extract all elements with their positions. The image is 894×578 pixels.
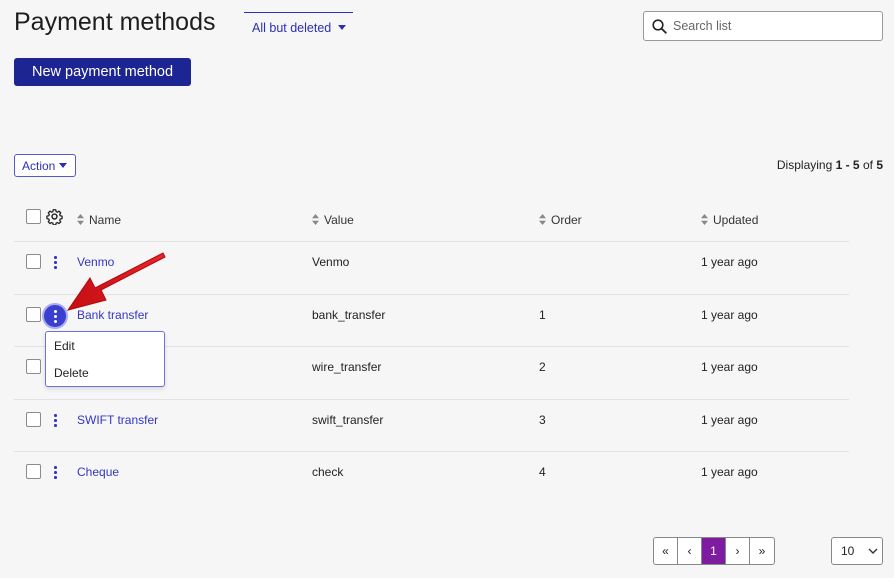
column-header-value[interactable]: Value [312,213,354,227]
search-box[interactable] [643,11,883,41]
first-page-button[interactable]: « [654,538,678,564]
row-divider [14,241,849,242]
row-checkbox[interactable] [26,412,41,427]
row-updated: 1 year ago [701,465,758,479]
menu-item-delete[interactable]: Delete [54,366,89,380]
row-checkbox[interactable] [26,359,41,374]
kebab-icon[interactable] [52,414,60,428]
chevron-down-icon [868,548,878,554]
page-1-button[interactable]: 1 [702,538,726,564]
row-value: wire_transfer [312,360,382,374]
red-arrow-icon [66,252,166,311]
next-page-button[interactable]: › [726,538,750,564]
sort-icon [312,214,319,225]
row-value: check [312,465,344,479]
row-value: swift_transfer [312,413,384,427]
row-order: 2 [539,360,546,374]
row-actions-menu: Edit Delete [45,331,165,387]
action-label: Action [22,158,56,173]
sort-icon [701,214,708,225]
row-name-link[interactable]: Bank transfer [77,308,148,322]
pagination: « ‹ 1 › » [653,537,775,565]
kebab-icon-active[interactable] [42,303,68,329]
search-input[interactable] [673,19,873,33]
gear-icon[interactable] [46,208,63,225]
kebab-icon[interactable] [52,466,60,480]
displaying-count: Displaying 1 - 5 of 5 [777,158,883,172]
column-header-label: Order [551,213,582,227]
last-page-button[interactable]: » [750,538,774,564]
displaying-total: 5 [876,158,883,172]
row-checkbox[interactable] [26,307,41,322]
column-header-label: Value [324,213,354,227]
column-header-updated[interactable]: Updated [701,213,758,227]
column-header-order[interactable]: Order [539,213,582,227]
new-payment-method-button[interactable]: New payment method [14,58,191,86]
row-name-link[interactable]: SWIFT transfer [77,413,158,427]
sort-icon [539,214,546,225]
select-all-checkbox[interactable] [26,209,41,224]
kebab-icon[interactable] [52,256,60,270]
row-divider [14,451,849,452]
row-divider [14,294,849,295]
row-name-link[interactable]: Cheque [77,465,119,479]
action-dropdown-button[interactable]: Action [14,154,76,177]
column-header-label: Name [89,213,122,227]
row-divider [14,399,849,400]
column-header-name[interactable]: Name [77,213,121,227]
row-order: 4 [539,465,546,479]
search-icon [652,18,667,34]
displaying-of: of [862,158,873,172]
filter-label: All but deleted [252,21,332,35]
per-page-select[interactable]: 10 [831,537,883,565]
sort-icon [77,214,84,225]
filter-dropdown[interactable]: All but deleted [244,12,353,38]
row-order: 1 [539,308,546,322]
row-updated: 1 year ago [701,360,758,374]
row-updated: 1 year ago [701,413,758,427]
row-updated: 1 year ago [701,255,758,269]
displaying-range: 1 - 5 [835,158,860,172]
menu-item-edit[interactable]: Edit [54,339,75,353]
column-header-label: Updated [713,213,759,227]
page-title: Payment methods [14,8,216,36]
displaying-prefix: Displaying [776,158,833,172]
prev-page-button[interactable]: ‹ [678,538,702,564]
caret-down-icon [59,162,68,168]
per-page-value: 10 [841,544,855,558]
row-checkbox[interactable] [26,254,41,269]
row-order: 3 [539,413,546,427]
row-checkbox[interactable] [26,464,41,479]
row-name-link[interactable]: Venmo [77,255,114,269]
row-value: bank_transfer [312,308,386,322]
caret-down-icon [338,25,347,30]
row-value: Venmo [312,255,350,269]
row-updated: 1 year ago [701,308,758,322]
